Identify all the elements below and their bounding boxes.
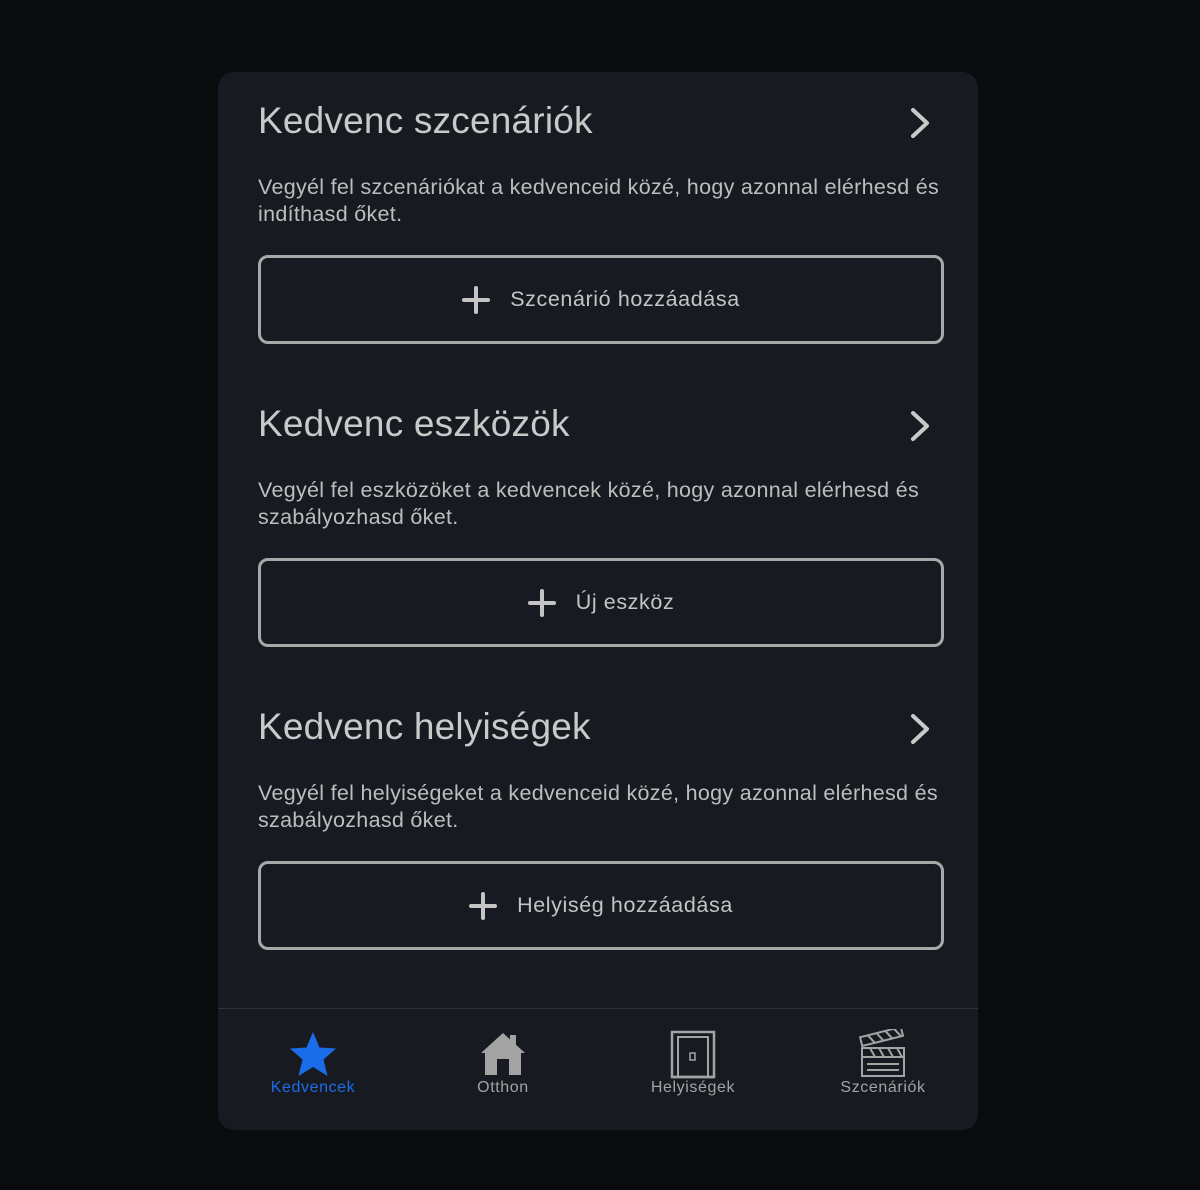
tab-scenarios[interactable]: Szcenáriók xyxy=(788,1009,978,1130)
plus-icon xyxy=(469,891,498,920)
add-room-button[interactable]: Helyiség hozzáadása xyxy=(258,861,944,950)
tab-label: Helyiségek xyxy=(650,1079,736,1096)
tab-label: Kedvencek xyxy=(270,1079,356,1096)
tab-label: Otthon xyxy=(477,1079,529,1096)
add-room-label: Helyiség hozzáadása xyxy=(517,893,733,917)
tab-favorites[interactable]: Kedvencek xyxy=(218,1009,408,1130)
tab-bar: Kedvencek Otthon Helyiségek Szcenáriók xyxy=(218,1008,978,1130)
chevron-right-icon xyxy=(911,411,929,441)
section-description: Vegyél fel eszközöket a kedvencek közé, … xyxy=(258,478,920,529)
section-title: Kedvenc szcenáriók xyxy=(258,100,593,141)
chevron-right-icon xyxy=(911,714,929,744)
favorites-screen: Kedvenc szcenáriók Vegyél fel szcenáriók… xyxy=(218,72,978,1130)
add-scenario-button[interactable]: Szcenárió hozzáadása xyxy=(258,255,944,344)
tab-home[interactable]: Otthon xyxy=(408,1009,598,1130)
add-device-label: Új eszköz xyxy=(575,590,675,614)
house-icon xyxy=(481,1033,525,1075)
tab-label: Szcenáriók xyxy=(840,1079,926,1096)
section-description: Vegyél fel szcenáriókat a kedvenceid köz… xyxy=(258,175,940,226)
add-scenario-label: Szcenárió hozzáadása xyxy=(510,287,740,311)
section-description: Vegyél fel helyiségeket a kedvenceid köz… xyxy=(258,781,938,832)
clapperboard-icon xyxy=(858,1029,905,1077)
favorite-rooms-header[interactable]: Kedvenc helyiségek xyxy=(258,678,943,747)
add-device-button[interactable]: Új eszköz xyxy=(258,558,944,647)
plus-icon xyxy=(462,285,491,314)
door-icon xyxy=(670,1030,716,1079)
section-title: Kedvenc helyiségek xyxy=(258,706,591,747)
favorite-scenarios-header[interactable]: Kedvenc szcenáriók xyxy=(258,72,943,141)
star-icon xyxy=(290,1032,336,1076)
section-title: Kedvenc eszközök xyxy=(258,403,570,444)
favorite-devices-header[interactable]: Kedvenc eszközök xyxy=(258,375,943,444)
tab-rooms[interactable]: Helyiségek xyxy=(598,1009,788,1130)
chevron-right-icon xyxy=(911,108,929,138)
plus-icon xyxy=(527,588,556,617)
